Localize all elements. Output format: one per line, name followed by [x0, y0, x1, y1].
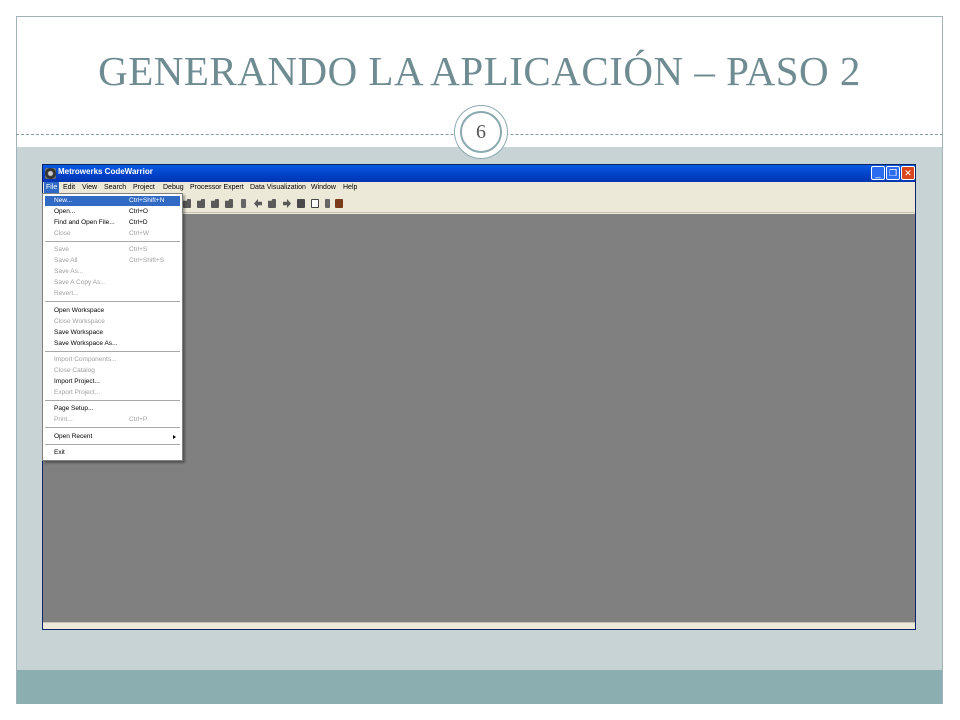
menu-item-label: Save Workspace	[54, 329, 104, 336]
file-menu-dropdown: New... Ctrl+Shift+N Open... Ctrl+O Find …	[42, 193, 183, 461]
menu-item-print: Print... Ctrl+P	[45, 415, 180, 425]
menu-item-save-workspace-as[interactable]: Save Workspace As...	[45, 339, 180, 349]
window-title-bar[interactable]: Metrowerks CodeWarrior _ ❐ ✕	[43, 165, 915, 182]
menu-item-label: Page Setup...	[54, 405, 94, 412]
toolbar-make-icon[interactable]	[241, 199, 246, 208]
menu-separator	[45, 301, 180, 302]
close-button[interactable]: ✕	[901, 166, 915, 180]
toolbar-stop-icon[interactable]	[297, 199, 305, 208]
menu-item-close: Close Ctrl+W	[45, 229, 180, 239]
window-title: Metrowerks CodeWarrior	[58, 167, 153, 176]
menu-item-import-components: Import Components...	[45, 355, 180, 365]
submenu-arrow-icon	[173, 435, 176, 439]
menu-separator	[45, 400, 180, 401]
menu-item-shortcut: Ctrl+P	[129, 416, 148, 423]
toolbar-find-icon[interactable]	[211, 199, 219, 208]
menu-item-shortcut: Ctrl+Shift+S	[129, 257, 165, 264]
menu-item-shortcut: Ctrl+Shift+N	[129, 197, 165, 204]
minimize-icon: _	[875, 168, 881, 178]
menu-item-new[interactable]: New... Ctrl+Shift+N	[45, 196, 180, 206]
menu-item-import-project[interactable]: Import Project...	[45, 377, 180, 387]
menu-item-label: Close Catalog	[54, 367, 95, 374]
menu-separator	[45, 241, 180, 242]
menu-processor-expert[interactable]: Processor Expert	[188, 182, 246, 194]
menu-item-label: Import Components...	[54, 356, 117, 363]
menu-item-save-copy-as: Save A Copy As...	[45, 278, 180, 288]
toolbar-folder-icon[interactable]	[183, 199, 191, 208]
close-icon: ✕	[904, 168, 912, 178]
menu-item-save-all: Save All Ctrl+Shift+S	[45, 256, 180, 266]
menu-item-label: Save As...	[54, 268, 84, 275]
menu-item-label: Open Recent	[54, 433, 93, 440]
toolbar-compile-icon[interactable]	[225, 199, 233, 208]
menu-data-visualization[interactable]: Data Visualization	[248, 182, 308, 194]
menu-item-shortcut: Ctrl+O	[129, 208, 148, 215]
menu-item-close-workspace: Close Workspace	[45, 317, 180, 327]
toolbar-document-icon[interactable]	[311, 199, 319, 208]
menu-separator	[45, 351, 180, 352]
menu-item-close-catalog: Close Catalog	[45, 366, 180, 376]
menu-item-label: Open...	[54, 208, 76, 215]
menu-item-label: Import Project...	[54, 378, 100, 385]
menu-item-label: New...	[54, 197, 73, 204]
menu-separator	[45, 427, 180, 428]
menu-window[interactable]: Window	[309, 182, 338, 194]
toolbar-debug-icon[interactable]	[283, 199, 291, 208]
menu-item-label: Revert...	[54, 290, 79, 297]
menu-item-open[interactable]: Open... Ctrl+O	[45, 207, 180, 217]
menu-item-label: Save	[54, 246, 69, 253]
page-number: 6	[460, 111, 502, 153]
toolbar-open-icon[interactable]	[197, 199, 205, 208]
menu-item-save: Save Ctrl+S	[45, 245, 180, 255]
menu-item-label: Save All	[54, 257, 78, 264]
menu-item-open-recent[interactable]: Open Recent	[45, 432, 180, 442]
menu-item-label: Close Workspace	[54, 318, 105, 325]
menu-item-exit[interactable]: Exit	[45, 448, 180, 458]
menu-item-label: Close	[54, 230, 71, 237]
menu-help[interactable]: Help	[341, 182, 359, 194]
slide-title: GENERANDO LA APLICACIÓN – PASO 2	[98, 48, 861, 94]
minimize-button[interactable]: _	[871, 166, 885, 180]
menu-item-save-workspace[interactable]: Save Workspace	[45, 328, 180, 338]
menu-item-shortcut: Ctrl+D	[129, 219, 148, 226]
menu-item-label: Save A Copy As...	[54, 279, 106, 286]
menu-item-revert: Revert...	[45, 289, 180, 299]
menu-item-page-setup[interactable]: Page Setup...	[45, 404, 180, 414]
menu-item-label: Exit	[54, 449, 65, 456]
menu-item-find-open[interactable]: Find and Open File... Ctrl+D	[45, 218, 180, 228]
menu-item-label: Save Workspace As...	[54, 340, 118, 347]
menu-item-shortcut: Ctrl+W	[129, 230, 150, 237]
menu-item-label: Export Project...	[54, 389, 101, 396]
menu-item-open-workspace[interactable]: Open Workspace	[45, 306, 180, 316]
restore-button[interactable]: ❐	[886, 166, 900, 180]
toolbar-separator-icon	[325, 199, 330, 208]
menu-item-export-project: Export Project...	[45, 388, 180, 398]
menu-item-label: Open Workspace	[54, 307, 105, 314]
menu-item-shortcut: Ctrl+S	[129, 246, 148, 253]
menu-item-label: Find and Open File...	[54, 219, 115, 226]
status-bar	[43, 622, 915, 629]
restore-icon: ❐	[888, 168, 898, 178]
codewarrior-app-icon	[45, 168, 56, 179]
toolbar-run-icon[interactable]	[268, 199, 276, 208]
menu-item-label: Print...	[54, 416, 73, 423]
menu-item-save-as: Save As...	[45, 267, 180, 277]
page-number-badge: 6	[455, 106, 507, 158]
toolbar-book-icon[interactable]	[335, 199, 343, 208]
menu-separator	[45, 444, 180, 445]
toolbar-back-icon[interactable]	[254, 199, 262, 208]
footer-band	[17, 670, 942, 704]
